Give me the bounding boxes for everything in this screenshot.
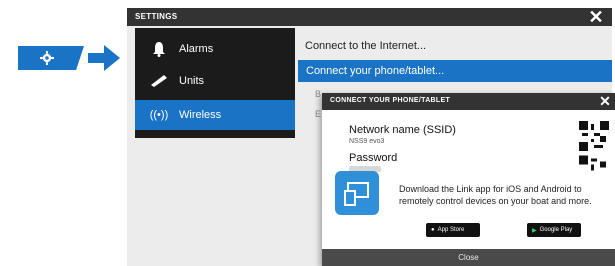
menu-item-partial: B — [315, 89, 322, 99]
menu-item-connect-phone[interactable]: Connect your phone/tablet... — [298, 60, 612, 82]
link-app-promo-text: Download the Link app for iOS and Androi… — [399, 184, 592, 206]
dialog-close-button[interactable]: ✕ — [595, 93, 615, 111]
menu-item-connect-internet[interactable]: Connect to the Internet... — [305, 40, 605, 52]
play-icon: ▶ — [532, 227, 537, 234]
password-label: Password — [349, 152, 398, 164]
sidebar-item-alarms[interactable]: Alarms — [135, 34, 295, 64]
sidebar-item-label: Units — [179, 75, 205, 87]
dialog-close-bar-button[interactable]: Close — [322, 249, 615, 266]
arrow-right-icon — [88, 45, 120, 71]
settings-title: SETTINGS — [135, 12, 178, 21]
dialog-header: CONNECT YOUR PHONE/TABLET — [322, 93, 615, 110]
settings-close-button[interactable]: ✕ — [582, 7, 610, 31]
settings-sidebar: Alarms Units ((•)) Wireless — [135, 28, 295, 138]
sidebar-item-label: Alarms — [179, 43, 214, 55]
settings-tab[interactable] — [18, 46, 84, 70]
gear-icon — [40, 51, 54, 65]
ruler-icon — [145, 74, 173, 88]
network-name-value: NSS9 evo3 — [349, 138, 385, 145]
qr-code-icon — [579, 121, 609, 151]
google-play-button[interactable]: ▶ Google Play — [527, 223, 581, 237]
google-play-label: Google Play — [539, 227, 573, 233]
link-app-icon — [335, 171, 379, 215]
network-name-label: Network name (SSID) — [349, 124, 456, 136]
apple-icon: ● — [431, 227, 435, 233]
sidebar-item-wireless[interactable]: ((•)) Wireless — [135, 100, 295, 130]
dialog-title: CONNECT YOUR PHONE/TABLET — [330, 97, 451, 104]
qr-code-icon — [579, 155, 609, 171]
sidebar-item-label: Wireless — [179, 109, 222, 121]
settings-header: SETTINGS — [127, 8, 612, 26]
bell-icon — [145, 41, 173, 57]
menu-item-partial: E — [315, 109, 322, 119]
app-store-button[interactable]: ● App Store — [426, 223, 480, 237]
sidebar-item-units[interactable]: Units — [135, 66, 295, 96]
wireless-icon: ((•)) — [149, 109, 169, 121]
app-store-label: App Store — [437, 227, 465, 233]
connect-phone-dialog: CONNECT YOUR PHONE/TABLET ✕ Network name… — [322, 93, 615, 266]
